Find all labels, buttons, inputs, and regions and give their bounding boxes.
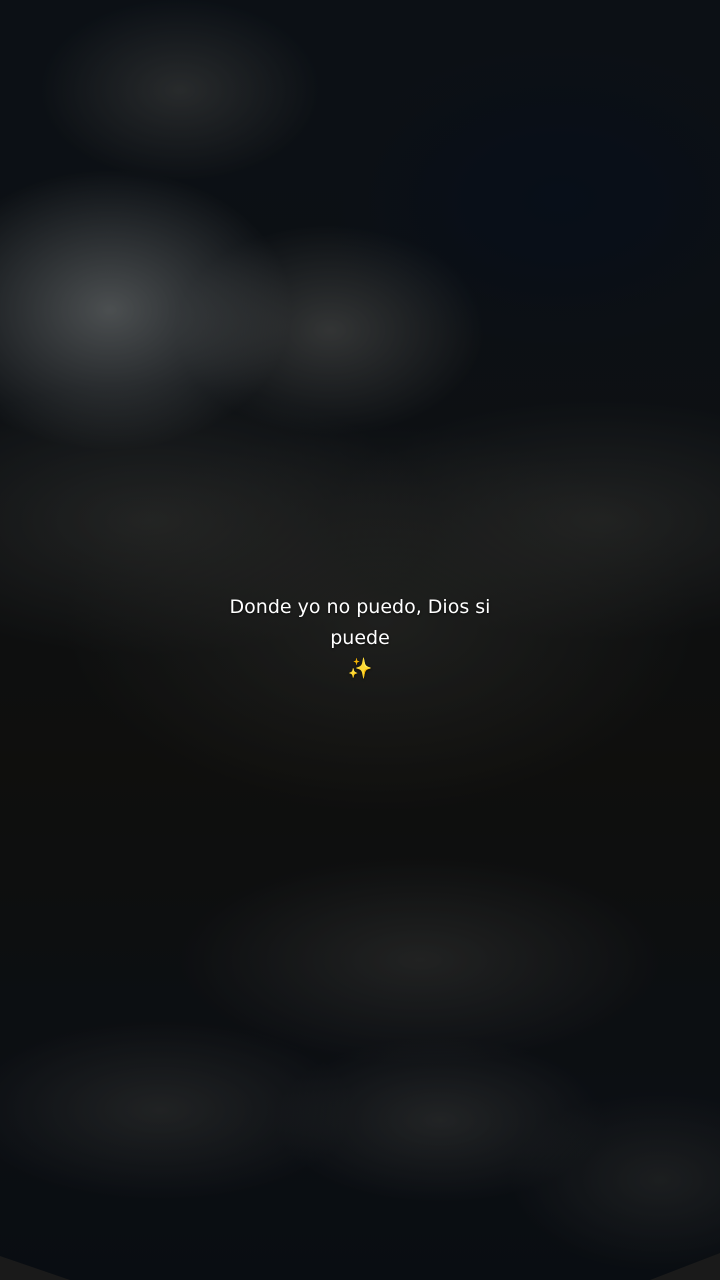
caption-line-1: Donde yo no puedo, Dios si [229,596,491,618]
caption-line-2: puede [330,627,390,649]
caption-text: Donde yo no puedo, Dios si puede ✨ [210,592,510,682]
sparkles-icon: ✨ [347,656,373,680]
cloudy-sky-background: Donde yo no puedo, Dios si puede ✨ [0,0,720,1280]
